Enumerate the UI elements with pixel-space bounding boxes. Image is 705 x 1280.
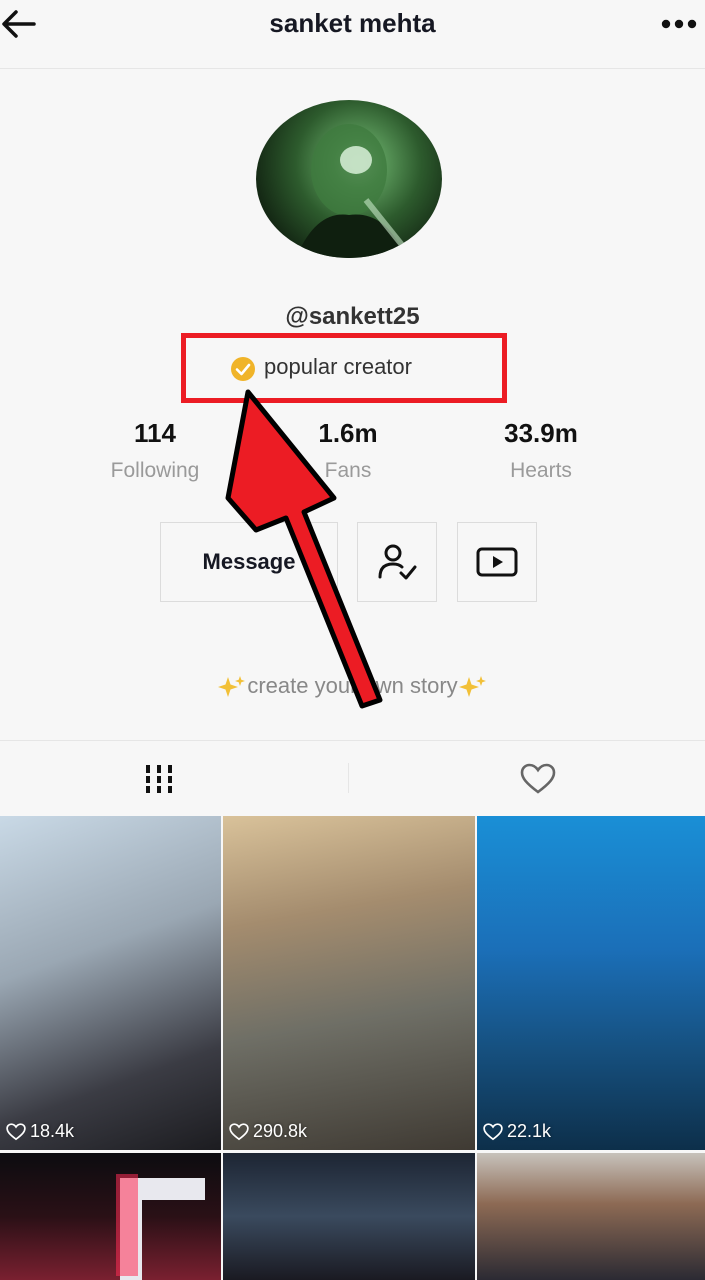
avatar-portrait — [296, 124, 409, 258]
following-button[interactable] — [357, 522, 437, 602]
top-bar: sanket mehta — [0, 0, 705, 69]
stat-hearts[interactable]: 33.9m Hearts — [451, 418, 631, 483]
message-button[interactable]: Message — [160, 522, 338, 602]
stat-label: Hearts — [510, 459, 572, 482]
stat-fans[interactable]: 1.6m Fans — [258, 418, 438, 483]
stat-value: 33.9m — [504, 418, 578, 448]
profile-tabs — [0, 740, 705, 815]
video-thumbnail[interactable] — [0, 1153, 221, 1280]
heart-outline-icon — [6, 1122, 26, 1140]
heart-outline-icon — [229, 1122, 249, 1140]
user-check-icon — [378, 544, 417, 580]
stat-value: 114 — [134, 418, 176, 448]
profile-title: sanket mehta — [269, 8, 436, 38]
more-options-icon[interactable] — [661, 18, 697, 30]
stat-label: Fans — [324, 459, 372, 482]
video-thumbnail[interactable]: 290.8k — [223, 816, 475, 1150]
avatar[interactable] — [256, 100, 442, 258]
highlight-box — [181, 333, 507, 403]
like-count-text: 22.1k — [507, 1121, 552, 1141]
sparkles-icon — [218, 676, 246, 698]
video-thumbnail[interactable] — [223, 1153, 475, 1280]
video-like-count: 290.8k — [229, 1121, 307, 1142]
thumbnail-artwork — [116, 1174, 205, 1280]
profile-bio: create your own story — [0, 673, 705, 700]
bio-text: create your own story — [247, 673, 458, 698]
youtube-button[interactable] — [457, 522, 537, 602]
video-thumbnail[interactable]: 22.1k — [477, 816, 705, 1150]
heart-outline-icon — [483, 1122, 503, 1140]
sparkles-icon — [458, 676, 486, 698]
video-like-count: 18.4k — [6, 1121, 74, 1142]
like-count-text: 18.4k — [30, 1121, 75, 1141]
video-thumbnail[interactable] — [477, 1153, 705, 1280]
stat-value: 1.6m — [318, 418, 378, 448]
video-like-count: 22.1k — [483, 1121, 551, 1142]
video-thumbnail[interactable]: 18.4k — [0, 816, 221, 1150]
heart-outline-icon[interactable] — [520, 763, 556, 795]
username-handle: @sankett25 — [285, 303, 420, 330]
tab-divider — [348, 763, 349, 793]
stat-following[interactable]: 114 Following — [65, 418, 245, 483]
grid-icon[interactable] — [143, 763, 175, 795]
youtube-play-icon — [476, 547, 518, 577]
stat-label: Following — [110, 459, 200, 482]
like-count-text: 290.8k — [253, 1121, 308, 1141]
